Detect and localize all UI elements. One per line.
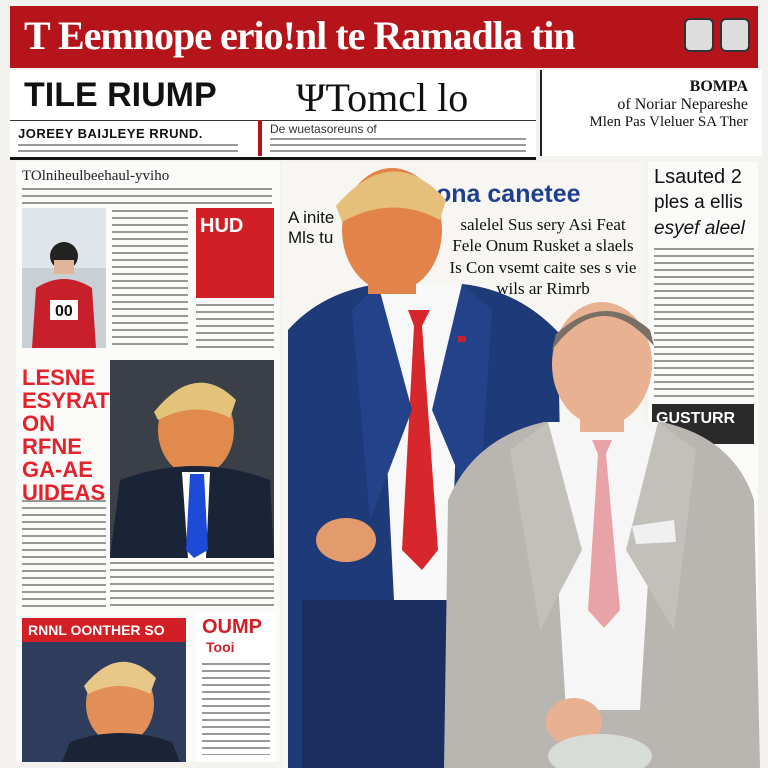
red-rule <box>258 120 262 156</box>
portrait-photo <box>110 360 274 558</box>
mug-icon <box>720 18 750 52</box>
hud-badge: HUD <box>200 215 244 237</box>
ad-box: HUD <box>196 208 274 298</box>
side-header-line3: Mlen Pas Vleluer SA Ther <box>589 114 748 130</box>
banner-title: T Eemnope erio!nl te Ramadla tin <box>24 13 576 58</box>
text-lines <box>196 304 274 350</box>
side-header-line2: of Noriar Nepareshe <box>617 96 748 113</box>
masthead-left: TILE RIUMP <box>24 76 217 114</box>
left-caption: TOlniheulbeehaul-yviho <box>22 168 170 184</box>
player-figure: 00 <box>22 208 106 348</box>
bottom-red-headline: RNNL OONTHER SO <box>28 622 165 638</box>
fine-print <box>270 138 526 152</box>
text-lines <box>110 562 274 606</box>
masthead-right: ΨTomcl lo <box>296 75 469 120</box>
second-figure <box>444 302 760 768</box>
text-lines <box>112 210 188 350</box>
subrow-right: De wuetasoreuns of <box>270 122 377 136</box>
bottom-ad: OUMP Tooi <box>196 612 276 762</box>
text-lines <box>22 188 272 204</box>
bottom-photo <box>22 642 186 762</box>
red-headline: LESNE ESYRATS ON RFNE GA-AE UIDEAS <box>22 365 125 506</box>
fine-print <box>18 144 238 152</box>
side-header: BOMPA of Noriar Nepareshe Mlen Pas Vlelu… <box>540 70 762 156</box>
right-head-1: Lsauted 2 <box>654 166 742 188</box>
text-lines <box>22 500 106 610</box>
oump-title: OUMP <box>202 616 262 638</box>
mug-icon <box>684 18 714 52</box>
bottom-red-bar: RNNL OONTHER SO <box>22 618 186 642</box>
text-lines <box>202 663 270 755</box>
player-photo: 00 <box>22 208 106 348</box>
banner-icons <box>684 18 750 52</box>
svg-text:00: 00 <box>55 303 73 320</box>
side-header-line1: BOMPA <box>689 78 748 95</box>
portrait-figure <box>110 360 274 558</box>
right-head-3: esyef aleel <box>654 218 745 239</box>
bottom-figure <box>22 642 186 762</box>
right-head-2: ples a ellis <box>654 192 743 213</box>
subrow-left: JOREEY BAIJLEYE RRUND. <box>18 126 203 141</box>
tooi-title: Tooi <box>206 639 235 655</box>
